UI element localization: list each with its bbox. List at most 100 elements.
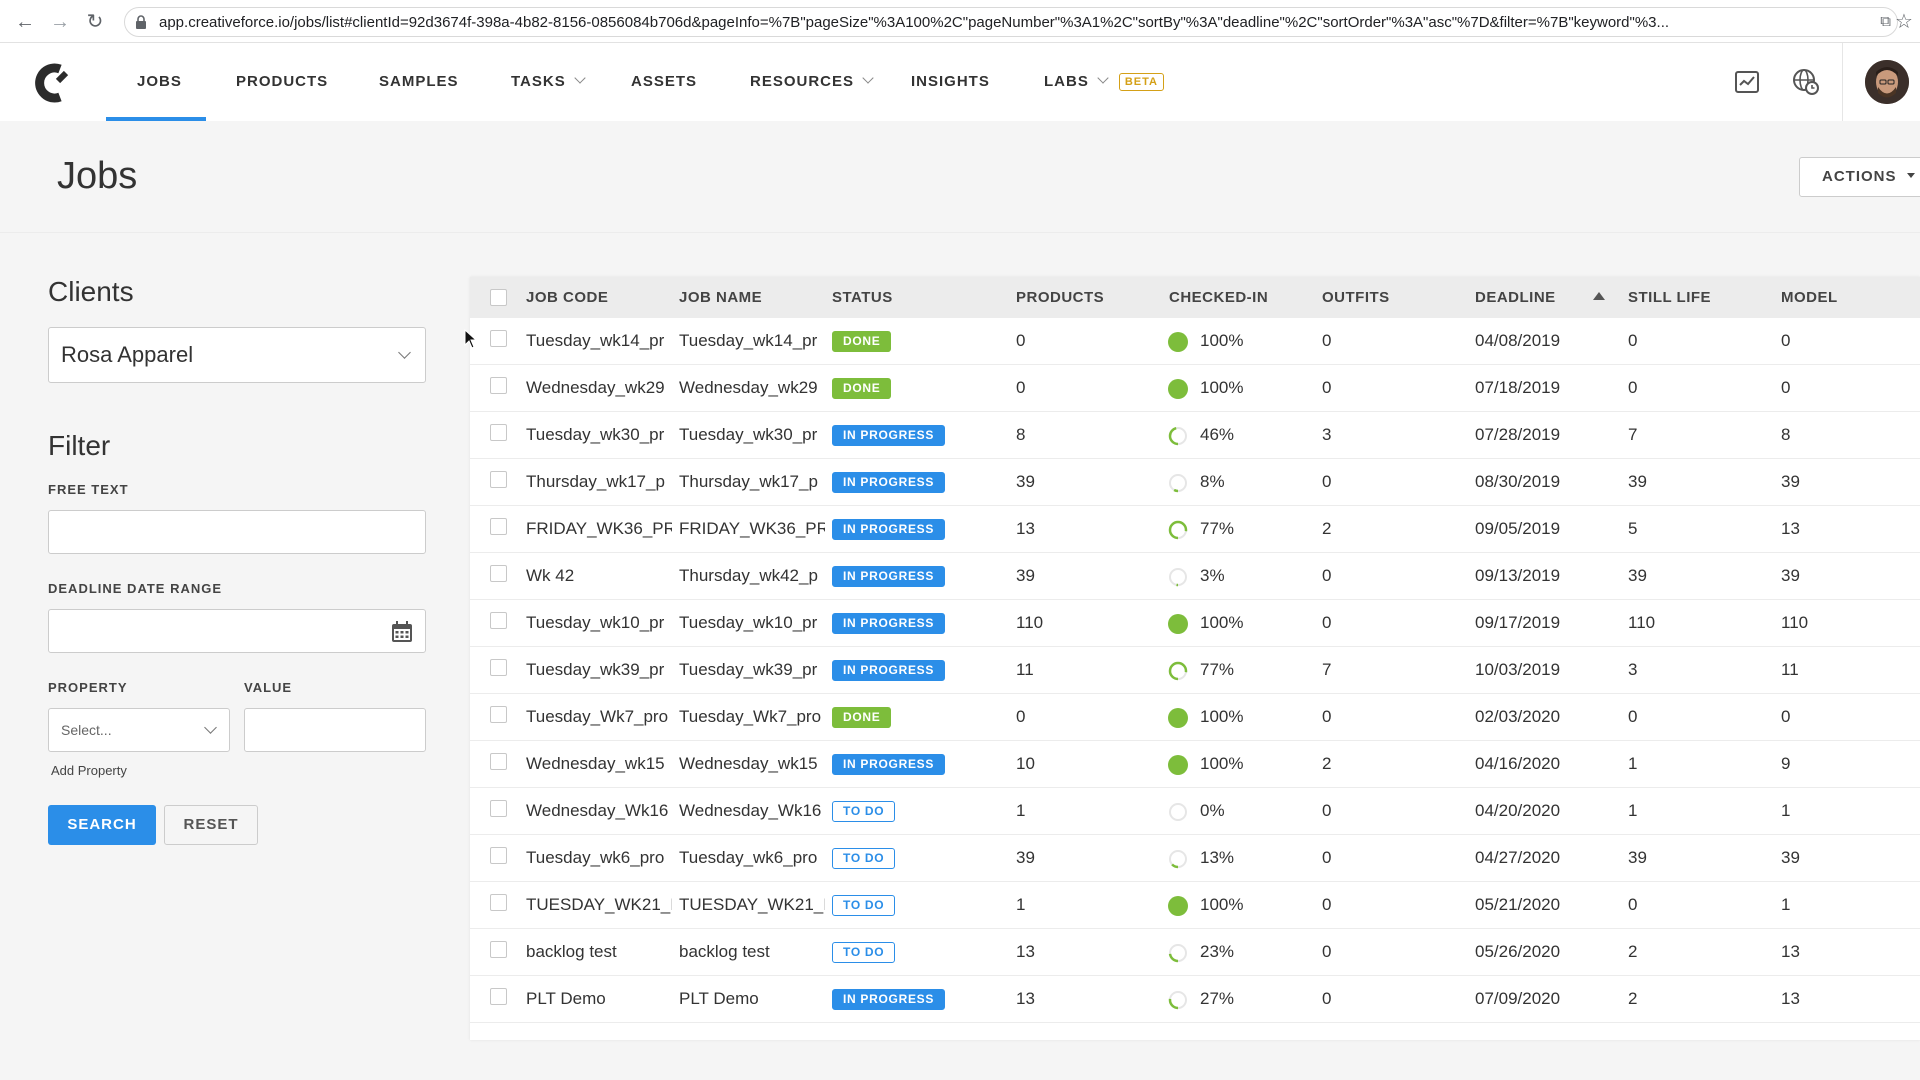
table-row[interactable]: Wednesday_Wk16 Wednesday_Wk16 1 0 04/20/2020… bbox=[470, 788, 1920, 835]
cell-still-life: 39 bbox=[1628, 566, 1647, 585]
col-checked-in[interactable]: CHECKED-IN bbox=[1169, 277, 1268, 318]
jobs-table: JOB CODE JOB NAME STATUS PRODUCTS CHECKE… bbox=[470, 277, 1920, 1040]
cell-still-life: 7 bbox=[1628, 425, 1638, 444]
table-row[interactable]: Tuesday_wk10_pr Tuesday_wk10_pr 110 0 09/17/… bbox=[470, 600, 1920, 647]
col-outfits[interactable]: OUTFITS bbox=[1322, 277, 1390, 318]
row-checkbox[interactable] bbox=[490, 988, 507, 1005]
cell-outfits: 7 bbox=[1322, 660, 1332, 679]
cell-products: 39 bbox=[1016, 472, 1035, 491]
cell-model: 13 bbox=[1781, 519, 1800, 538]
table-row[interactable]: Wednesday_wk29 Wednesday_wk29 0 0 07/18/2019… bbox=[470, 365, 1920, 412]
client-select[interactable]: Rosa Apparel bbox=[48, 327, 426, 383]
row-checkbox[interactable] bbox=[490, 377, 507, 394]
table-row[interactable]: Wk 42 Thursday_wk42_p 39 0 09/13/2019 39 39 IN … bbox=[470, 553, 1920, 600]
col-job-code[interactable]: JOB CODE bbox=[526, 277, 608, 318]
col-status[interactable]: STATUS bbox=[832, 277, 893, 318]
cell-job-name: Tuesday_Wk7_pro bbox=[679, 707, 822, 726]
calendar-icon[interactable] bbox=[391, 621, 413, 643]
select-all-checkbox[interactable] bbox=[490, 289, 507, 306]
row-checkbox[interactable] bbox=[490, 800, 507, 817]
search-button[interactable]: SEARCH bbox=[48, 805, 156, 845]
cell-job-name: Wednesday_wk29 bbox=[679, 378, 818, 397]
cell-checked-in: 23% bbox=[1200, 942, 1235, 961]
table-row[interactable]: Wednesday_wk15 Wednesday_wk15 10 2 04/16/202… bbox=[470, 741, 1920, 788]
table-row[interactable]: Tuesday_Wk7_pro Tuesday_Wk7_pro 0 0 02/03/20… bbox=[470, 694, 1920, 741]
cell-model: 9 bbox=[1781, 754, 1791, 773]
row-checkbox[interactable] bbox=[490, 753, 507, 770]
cell-checked-in: 8% bbox=[1200, 472, 1225, 491]
nav-resources[interactable]: RESOURCES bbox=[750, 43, 874, 121]
open-external-icon[interactable]: ⧉ bbox=[1880, 13, 1891, 30]
chart-screen-icon[interactable] bbox=[1732, 67, 1762, 97]
deadline-range-input[interactable] bbox=[48, 609, 426, 653]
row-checkbox[interactable] bbox=[490, 894, 507, 911]
back-arrow-icon[interactable]: ← bbox=[14, 11, 36, 33]
row-checkbox[interactable] bbox=[490, 612, 507, 629]
table-row[interactable]: backlog test backlog test 13 0 05/26/2020 2 13… bbox=[470, 929, 1920, 976]
reload-icon[interactable]: ↻ bbox=[84, 11, 106, 33]
row-checkbox[interactable] bbox=[490, 706, 507, 723]
nav-labs[interactable]: LABS BETA bbox=[1044, 43, 1164, 121]
cell-job-name: FRIDAY_WK36_PR bbox=[679, 519, 825, 538]
nav-assets[interactable]: ASSETS bbox=[631, 43, 697, 121]
cell-products: 13 bbox=[1016, 989, 1035, 1008]
table-row[interactable]: Tuesday_wk39_pr Tuesday_wk39_pr 11 7 10/03/2… bbox=[470, 647, 1920, 694]
cell-still-life: 0 bbox=[1628, 378, 1638, 397]
row-checkbox[interactable] bbox=[490, 330, 507, 347]
status-badge: IN PROGRESS bbox=[832, 519, 946, 540]
bookmark-star-icon[interactable]: ☆ bbox=[1895, 9, 1913, 34]
property-select[interactable]: Select... bbox=[48, 708, 230, 752]
address-bar[interactable]: app.creativeforce.io/jobs/list#clientId=… bbox=[124, 7, 1898, 37]
row-checkbox[interactable] bbox=[490, 659, 507, 676]
table-row[interactable]: Tuesday_wk6_pro Tuesday_wk6_pro 39 0 04/27/2… bbox=[470, 835, 1920, 882]
cell-deadline: 07/18/2019 bbox=[1475, 378, 1561, 397]
cell-model: 1 bbox=[1781, 895, 1791, 914]
cell-products: 39 bbox=[1016, 566, 1035, 585]
checked-in-progress-icon bbox=[1168, 567, 1188, 587]
creative-force-logo[interactable] bbox=[30, 61, 74, 105]
table-row[interactable]: PLT Demo PLT Demo 13 0 07/09/2020 2 13 IN PROGR… bbox=[470, 976, 1920, 1023]
nav-samples[interactable]: SAMPLES bbox=[379, 43, 459, 121]
reset-button[interactable]: RESET bbox=[164, 805, 258, 845]
table-row[interactable]: Tuesday_wk30_pr Tuesday_wk30_pr 8 3 07/28/20… bbox=[470, 412, 1920, 459]
row-checkbox[interactable] bbox=[490, 847, 507, 864]
cell-checked-in: 100% bbox=[1200, 378, 1244, 397]
table-row[interactable]: TUESDAY_WK21_I TUESDAY_WK21_I 1 0 05/21/2020… bbox=[470, 882, 1920, 929]
free-text-input[interactable] bbox=[48, 510, 426, 554]
cell-outfits: 0 bbox=[1322, 472, 1332, 491]
page-title: Jobs bbox=[57, 155, 138, 197]
table-row[interactable]: FRIDAY_WK36_PR FRIDAY_WK36_PR 13 2 09/05/201… bbox=[470, 506, 1920, 553]
table-row[interactable]: Thursday_wk17_p Thursday_wk17_p 39 0 08/30/2… bbox=[470, 459, 1920, 506]
nav-products[interactable]: PRODUCTS bbox=[236, 43, 328, 121]
forward-arrow-icon[interactable]: → bbox=[49, 11, 71, 33]
cell-products: 1 bbox=[1016, 801, 1026, 820]
avatar[interactable] bbox=[1865, 60, 1909, 104]
checked-in-progress-icon bbox=[1168, 426, 1188, 446]
row-checkbox[interactable] bbox=[490, 424, 507, 441]
status-badge: TO DO bbox=[832, 942, 896, 963]
col-deadline[interactable]: DEADLINE bbox=[1475, 277, 1556, 318]
col-products[interactable]: PRODUCTS bbox=[1016, 277, 1104, 318]
actions-button[interactable]: ACTIONS bbox=[1799, 157, 1920, 197]
globe-clock-icon[interactable] bbox=[1791, 67, 1821, 97]
sort-ascending-icon[interactable] bbox=[1593, 292, 1605, 300]
col-model[interactable]: MODEL bbox=[1781, 277, 1838, 318]
col-job-name[interactable]: JOB NAME bbox=[679, 277, 762, 318]
table-row[interactable]: Tuesday_wk14_pr Tuesday_wk14_pr 0 0 04/08/20… bbox=[470, 318, 1920, 365]
table-header: JOB CODE JOB NAME STATUS PRODUCTS CHECKE… bbox=[470, 277, 1920, 318]
add-property-link[interactable]: Add Property bbox=[51, 763, 127, 778]
nav-jobs[interactable]: JOBS bbox=[137, 43, 182, 121]
value-input[interactable] bbox=[244, 708, 426, 752]
cell-products: 1 bbox=[1016, 895, 1026, 914]
nav-insights[interactable]: INSIGHTS bbox=[911, 43, 990, 121]
cell-model: 13 bbox=[1781, 989, 1800, 1008]
status-badge: IN PROGRESS bbox=[832, 472, 946, 493]
cell-still-life: 39 bbox=[1628, 848, 1647, 867]
nav-tasks[interactable]: TASKS bbox=[511, 43, 586, 121]
row-checkbox[interactable] bbox=[490, 565, 507, 582]
row-checkbox[interactable] bbox=[490, 518, 507, 535]
row-checkbox[interactable] bbox=[490, 941, 507, 958]
row-checkbox[interactable] bbox=[490, 471, 507, 488]
cell-deadline: 05/21/2020 bbox=[1475, 895, 1561, 914]
col-still-life[interactable]: STILL LIFE bbox=[1628, 277, 1711, 318]
